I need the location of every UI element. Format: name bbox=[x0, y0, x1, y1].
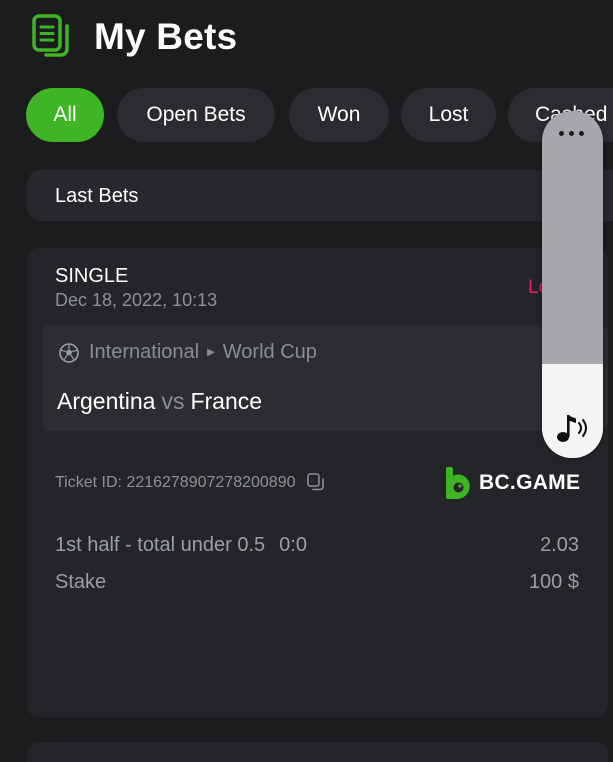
next-bet-card[interactable] bbox=[27, 742, 608, 762]
brand-name: BC.GAME bbox=[479, 471, 581, 494]
selection-market: 1st half - total under 0.5 bbox=[55, 534, 266, 556]
copy-icon[interactable] bbox=[307, 473, 325, 492]
bet-card[interactable]: SINGLE Dec 18, 2022, 10:13 Lost Internat… bbox=[27, 248, 608, 717]
tab-lost[interactable]: Lost bbox=[401, 88, 496, 142]
league-tournament: World Cup bbox=[222, 341, 317, 363]
breadcrumb-arrow-icon: ▶ bbox=[207, 347, 215, 358]
away-team: France bbox=[190, 388, 263, 414]
soccer-ball-icon bbox=[59, 342, 79, 363]
page-title: My Bets bbox=[94, 16, 238, 57]
ticket-id-row: Ticket ID: 2216278907278200890 bbox=[55, 473, 325, 492]
more-options-icon[interactable] bbox=[556, 127, 588, 139]
selection-score: 0:0 bbox=[279, 534, 307, 556]
page-header: My Bets bbox=[32, 14, 237, 60]
bet-date: Dec 18, 2022, 10:13 bbox=[55, 290, 218, 310]
music-note-icon bbox=[557, 415, 587, 442]
tab-all[interactable]: All bbox=[26, 88, 104, 142]
selection-odds: 2.03 bbox=[540, 534, 579, 556]
selection-row: 1st half - total under 0.5 0:0 bbox=[55, 534, 307, 557]
bet-type: SINGLE bbox=[55, 265, 129, 287]
home-team: Argentina bbox=[57, 388, 156, 414]
match-teams: Argentina vs France bbox=[57, 388, 262, 415]
stake-value: 100 $ bbox=[528, 571, 579, 593]
stake-label: Stake bbox=[55, 571, 107, 593]
vs-label: vs bbox=[161, 388, 185, 414]
tab-won[interactable]: Won bbox=[289, 88, 389, 142]
volume-slider[interactable] bbox=[542, 111, 603, 458]
league-breadcrumb: International ▶ World Cup bbox=[59, 341, 317, 364]
bets-document-icon bbox=[32, 14, 69, 57]
ticket-id: Ticket ID: 2216278907278200890 bbox=[55, 473, 296, 491]
match-panel[interactable]: International ▶ World Cup Argentina vs Fra… bbox=[42, 325, 608, 431]
last-bets-header[interactable]: Last Bets bbox=[27, 170, 613, 221]
filter-tabs: All Open Bets Won Lost Cashed Out bbox=[26, 88, 613, 142]
brand: BC.GAME bbox=[444, 466, 580, 500]
tab-open-bets[interactable]: Open Bets bbox=[117, 88, 275, 142]
bc-game-logo-icon bbox=[446, 467, 470, 499]
league-category: International bbox=[89, 341, 200, 363]
last-bets-label: Last Bets bbox=[55, 185, 139, 207]
